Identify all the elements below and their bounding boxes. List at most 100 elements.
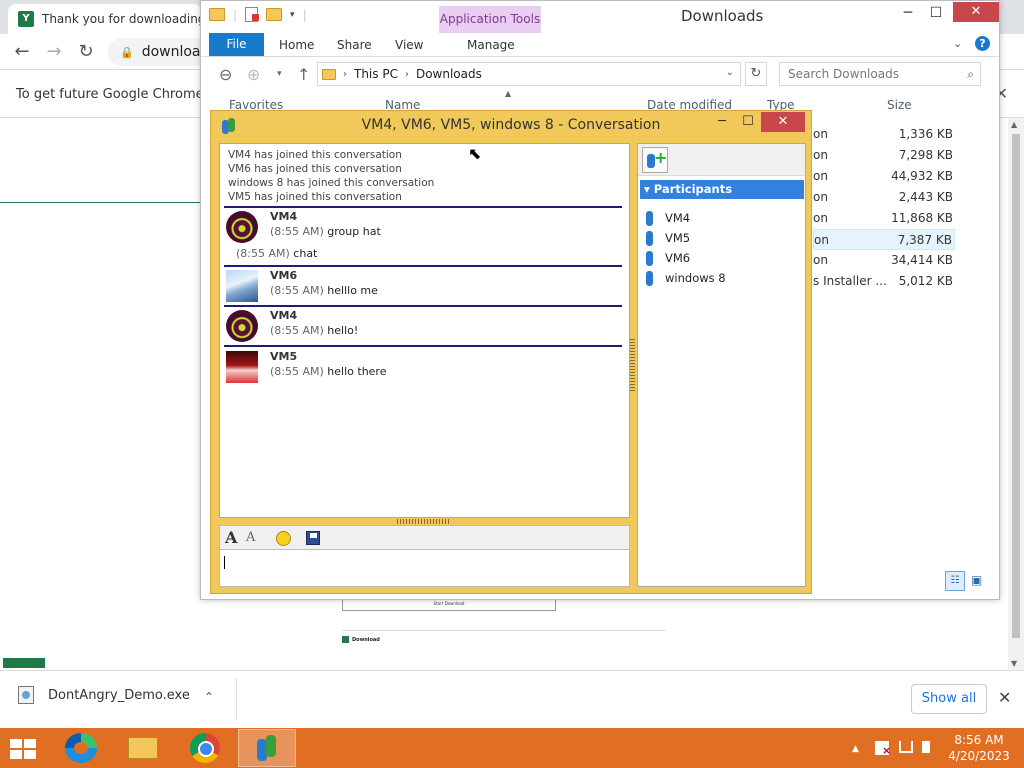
file-row[interactable]: on 44,932 KB [813,166,955,187]
toolbar-separator: | [302,7,307,22]
tab-share[interactable]: Share [337,38,372,52]
file-row[interactable]: on 7,298 KB [813,145,955,166]
chrome-scroll-thumb[interactable] [1012,134,1020,638]
message-divider [224,345,622,347]
ribbon-expand-icon[interactable]: ⌄ [953,37,962,50]
save-icon[interactable] [306,531,320,545]
chrome-tab[interactable]: Y Thank you for downloading D [8,4,202,34]
address-bar[interactable]: 🔒 download [108,38,208,66]
taskbar-edge-icon[interactable] [52,729,110,767]
refresh-icon[interactable]: ↻ [745,62,767,86]
download-shelf-separator [236,678,237,720]
explorer-address-bar[interactable]: › This PC › Downloads ⌄ [317,62,741,86]
large-icons-view-icon[interactable]: ▣ [971,573,982,587]
font-color-icon[interactable]: A [246,530,255,545]
file-row[interactable]: on 11,868 KB [813,208,955,229]
new-folder-icon[interactable] [266,8,283,21]
network-icon[interactable] [899,741,913,753]
tab-view[interactable]: View [395,38,423,52]
file-row[interactable]: on 2,443 KB [813,187,955,208]
scroll-up-arrow-icon[interactable]: ▲ [1011,120,1017,129]
participants-pane: + ▾ Participants VM4 VM5 VM6 windows 8 [637,143,806,587]
help-icon[interactable]: ? [975,36,990,51]
file-size: 7,387 KB [897,233,952,247]
show-hidden-icons-icon[interactable]: ▲ [852,744,859,754]
quick-access-toolbar: | ▾ | [209,7,307,22]
back-arrow-icon[interactable]: ← [10,40,34,64]
page-download-box-label: Start Download [433,601,465,606]
back-circle-icon[interactable]: ⊖ [219,65,232,84]
file-row[interactable]: on 34,414 KB [813,250,955,271]
message-body: helllo me [327,284,378,297]
page-footer-logo: Download [342,636,380,643]
splitter-grip[interactable] [630,339,635,391]
tab-file[interactable]: File [209,33,264,56]
up-arrow-icon[interactable]: ↑ [297,65,310,84]
participant-item[interactable]: VM4 [646,208,796,228]
breadcrumb-this-pc[interactable]: This PC [354,67,398,81]
recent-locations-dropdown-icon[interactable]: ▾ [277,69,282,79]
participant-item[interactable]: VM5 [646,228,796,248]
search-input[interactable]: Search Downloads ⌕ [779,62,981,86]
file-size: 34,414 KB [891,253,953,267]
message-body: hello! [327,324,359,337]
horizontal-splitter[interactable] [397,519,451,524]
details-view-icon[interactable]: ☷ [945,571,965,591]
download-item[interactable]: DontAngry_Demo.exe [18,686,190,704]
forward-arrow-icon[interactable]: → [42,40,66,64]
forward-circle-icon[interactable]: ⊕ [247,65,260,84]
taskbar-file-explorer-icon[interactable] [114,729,172,767]
system-clock[interactable]: 8:56 AM 4/20/2023 [944,732,1014,764]
file-row[interactable]: on 1,336 KB [813,124,955,145]
message-time: (8:55 AM) [270,324,324,337]
text-caret [224,556,225,569]
ribbon-tabs [201,33,999,57]
chevron-up-icon[interactable]: ⌃ [204,690,214,704]
maximize-icon[interactable]: ☐ [921,5,951,21]
address-dropdown-icon[interactable]: ⌄ [726,67,734,78]
message-text: (8:55 AM) group hat [270,225,381,238]
file-size: 2,443 KB [898,190,953,204]
explorer-window-title: Downloads [681,7,764,25]
scroll-down-arrow-icon[interactable]: ▼ [1011,659,1017,668]
column-header-size[interactable]: Size [887,98,912,112]
show-all-button[interactable]: Show all [911,684,987,714]
add-participant-button[interactable]: + [642,147,668,173]
emoticon-icon[interactable] [276,531,291,546]
folder-icon [209,8,225,21]
file-row-selected[interactable]: on 7,387 KB [813,229,955,250]
file-row[interactable]: s Installer ... 5,012 KB [813,271,955,292]
taskbar-messenger-icon[interactable] [238,729,296,767]
participants-header[interactable]: ▾ Participants [640,180,804,199]
taskbar-chrome-icon[interactable] [176,729,234,767]
participant-item[interactable]: VM6 [646,248,796,268]
tab-manage[interactable]: Manage [467,38,515,52]
sort-ascending-icon: ▲ [505,89,512,98]
file-type: on [813,148,828,162]
chat-history[interactable]: VM4 has joined this conversation VM6 has… [219,143,630,518]
participant-item[interactable]: windows 8 [646,268,796,288]
clock-time: 8:56 AM [954,733,1004,747]
chrome-scrollbar[interactable]: ▲ ▼ [1008,118,1024,670]
tab-home[interactable]: Home [279,38,314,52]
conversation-close-button[interactable]: ✕ [761,112,805,132]
volume-muted-icon[interactable] [922,741,930,753]
message-text: (8:55 AM) hello there [270,365,386,378]
properties-icon[interactable] [245,7,260,22]
breadcrumb-downloads[interactable]: Downloads [416,67,482,81]
download-shelf-close-icon[interactable]: ✕ [998,688,1011,707]
message-input[interactable] [219,549,630,587]
minimize-icon[interactable]: ─ [893,5,923,21]
customize-dropdown-icon[interactable]: ▾ [290,10,295,20]
person-icon [646,210,653,226]
conversation-window: VM4, VM6, VM5, windows 8 - Conversation … [210,110,812,594]
action-center-flag-icon[interactable] [875,741,891,757]
maximize-icon[interactable]: ☐ [735,114,761,129]
windows-start-icon[interactable] [10,739,38,759]
vertical-splitter[interactable] [629,143,637,518]
reload-icon[interactable]: ↻ [74,40,98,64]
system-message: windows 8 has joined this conversation [228,177,435,189]
explorer-close-button[interactable]: ✕ [953,2,999,22]
minimize-icon[interactable]: ─ [709,114,735,129]
font-icon[interactable]: A [225,528,237,547]
